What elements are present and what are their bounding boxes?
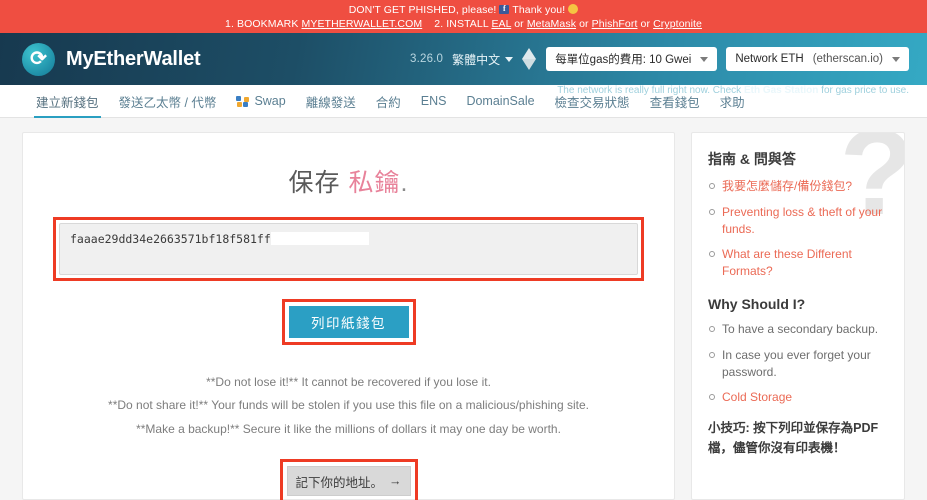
warning-line-1: **Do not lose it!** It cannot be recover…	[206, 375, 491, 389]
or-separator-2: or	[579, 18, 589, 31]
nav-item-ens[interactable]: ENS	[411, 85, 457, 117]
sidebar-why-list: To have a secondary backup. In case you …	[708, 321, 888, 406]
next-button-highlight-frame: 記下你的地址。 →	[279, 459, 418, 500]
brand[interactable]: ⟳ MyEtherWallet	[22, 42, 201, 76]
chevron-down-icon	[505, 56, 514, 62]
help-sidebar: ? 指南 & 問與答 我要怎麼儲存/備份錢包? Preventing loss …	[691, 132, 905, 500]
private-key-caret-area	[270, 232, 369, 245]
sidebar-link-different-formats[interactable]: What are these Different Formats?	[722, 247, 852, 278]
nav-label: 檢查交易狀態	[554, 95, 630, 110]
nav-item-create-wallet[interactable]: 建立新錢包	[26, 85, 109, 118]
list-item: To have a secondary backup.	[708, 321, 888, 338]
sidebar-link-preventing-loss[interactable]: Preventing loss & theft of your funds.	[722, 205, 882, 236]
nav-label: 求助	[719, 95, 745, 110]
nav-label: 合約	[375, 95, 401, 110]
nav-item-offline-send[interactable]: 離線發送	[296, 85, 366, 117]
chevron-down-icon	[700, 56, 709, 62]
language-selector[interactable]: 繁體中文	[452, 51, 514, 68]
app-header: ⟳ MyEtherWallet 3.26.0 繁體中文 每單位gas的費用: 1…	[0, 33, 927, 96]
page-title: 保存 私鑰.	[53, 163, 644, 199]
language-label: 繁體中文	[452, 52, 501, 67]
list-item: In case you ever forget your password.	[708, 347, 888, 381]
phishing-banner-text-before: DON'T GET PHISHED, please!	[348, 4, 497, 16]
metamask-link[interactable]: MetaMask	[527, 18, 576, 30]
sidebar-guides-list: 我要怎麼儲存/備份錢包? Preventing loss & theft of …	[708, 178, 888, 280]
private-key-textarea[interactable]: faaae29dd34e2663571bf18f581ff	[59, 223, 638, 275]
phishfort-link[interactable]: PhishFort	[592, 18, 638, 30]
nav-item-swap[interactable]: Swap	[226, 85, 295, 117]
or-separator-3: or	[640, 18, 651, 31]
private-key-value: faaae29dd34e2663571bf18f581ff	[70, 232, 271, 247]
header-controls: 3.26.0 繁體中文 每單位gas的費用: 10 Gwei Network E…	[410, 47, 909, 71]
gas-price-label: 每單位gas的費用: 10 Gwei	[555, 54, 692, 66]
warning-text-block: **Do not lose it!** It cannot be recover…	[53, 371, 644, 441]
or-separator-1: or	[514, 18, 524, 31]
sidebar-section-title-why: Why Should I?	[708, 295, 806, 312]
network-selector[interactable]: Network ETH (etherscan.io)	[726, 47, 909, 71]
nav-label: 發送乙太幣 / 代幣	[118, 95, 217, 110]
swap-icon	[236, 95, 250, 107]
gas-price-selector[interactable]: 每單位gas的費用: 10 Gwei	[546, 47, 718, 71]
warning-line-3: **Make a backup!** Secure it like the mi…	[136, 421, 561, 436]
phishing-banner-line-2: 1. BOOKMARK MYETHERWALLET.COM 2. INSTALL…	[0, 17, 927, 31]
nav-item-help[interactable]: 求助	[710, 85, 755, 117]
sidebar-section-title-guides: 指南 & 問與答	[708, 151, 796, 167]
save-address-next-button[interactable]: 記下你的地址。 →	[286, 466, 411, 497]
bookmark-step-label: 1. BOOKMARK	[225, 18, 299, 31]
eal-link[interactable]: EAL	[491, 18, 511, 30]
nav-item-contracts[interactable]: 合約	[366, 85, 411, 117]
list-item[interactable]: Cold Storage	[708, 389, 888, 406]
page-title-highlight: 私鑰	[348, 169, 401, 197]
page-title-suffix: .	[400, 169, 409, 197]
nav-item-domainsale[interactable]: DomainSale	[456, 85, 544, 117]
list-item[interactable]: Preventing loss & theft of your funds.	[708, 204, 888, 238]
network-label: Network ETH	[735, 53, 804, 65]
brand-title: MyEtherWallet	[66, 47, 201, 70]
smiley-face-icon	[568, 4, 579, 14]
ethereum-diamond-icon	[522, 48, 537, 70]
phishing-warning-banner: DON'T GET PHISHED, please! Thank you! 1.…	[0, 0, 927, 33]
logo-swirl-glyph: ⟳	[30, 48, 47, 70]
warning-line-2: **Do not share it!** Your funds will be …	[108, 398, 589, 413]
save-private-key-card: 保存 私鑰. faaae29dd34e2663571bf18f581ff 列印紙…	[22, 132, 675, 500]
nav-item-check-tx-status[interactable]: 檢查交易狀態	[545, 85, 640, 117]
sidebar-link-backup-wallet[interactable]: 我要怎麼儲存/備份錢包?	[722, 179, 852, 193]
next-button-label: 記下你的地址。	[295, 475, 383, 490]
print-paper-wallet-button[interactable]: 列印紙錢包	[288, 306, 409, 338]
nav-label: DomainSale	[466, 94, 535, 108]
private-key-highlight-frame: faaae29dd34e2663571bf18f581ff	[53, 217, 644, 281]
nav-item-send-ether[interactable]: 發送乙太幣 / 代幣	[109, 85, 227, 117]
sidebar-text-secondary-backup: To have a secondary backup.	[722, 321, 879, 336]
eth-gas-station-link[interactable]: Eth Gas Station	[744, 85, 818, 96]
page-title-prefix: 保存	[288, 169, 341, 197]
app-version: 3.26.0	[409, 53, 444, 65]
sidebar-text-forget-password: In case you ever forget your password.	[722, 347, 871, 379]
arrow-right-icon: →	[389, 474, 402, 489]
list-item[interactable]: What are these Different Formats?	[708, 246, 888, 280]
facebook-badge-icon	[499, 4, 510, 14]
chevron-down-icon	[892, 56, 900, 62]
sidebar-link-cold-storage[interactable]: Cold Storage	[722, 390, 792, 404]
nav-label: 離線發送	[305, 95, 356, 110]
page-body: 保存 私鑰. faaae29dd34e2663571bf18f581ff 列印紙…	[0, 118, 927, 500]
phishing-banner-line-1: DON'T GET PHISHED, please! Thank you!	[0, 3, 927, 17]
nav-item-view-wallet[interactable]: 查看錢包	[640, 85, 710, 117]
phishing-banner-text-after: Thank you!	[512, 4, 566, 16]
install-step-label: 2. INSTALL	[434, 18, 489, 31]
nav-label: 查看錢包	[649, 95, 700, 110]
network-provider: (etherscan.io)	[812, 53, 883, 65]
nav-label: 建立新錢包	[36, 95, 99, 110]
list-item[interactable]: 我要怎麼儲存/備份錢包?	[708, 178, 888, 195]
mew-bookmark-link[interactable]: MYETHERWALLET.COM	[302, 18, 423, 30]
nav-label: Swap	[254, 94, 286, 108]
gas-note-after: for gas price to use.	[821, 85, 909, 96]
cryptonite-link[interactable]: Cryptonite	[653, 18, 702, 30]
sidebar-tip-text: 小技巧: 按下列印並保存為PDF檔，儘管你沒有印表機！	[708, 421, 879, 455]
print-button-highlight-frame: 列印紙錢包	[281, 299, 416, 345]
mew-logo-icon: ⟳	[22, 42, 55, 76]
nav-label: ENS	[420, 94, 447, 108]
